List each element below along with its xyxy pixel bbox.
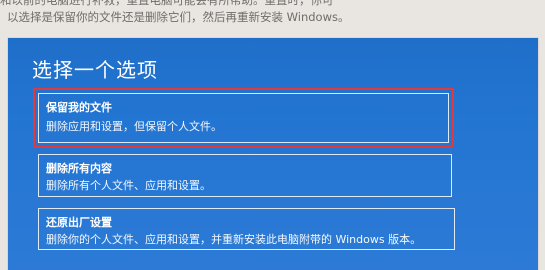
- background-text-line: 和以前的电脑进行补救，重置电脑可能会有所帮助。重置时，你可: [0, 0, 334, 7]
- remove-everything-option[interactable]: 删除所有内容 删除所有个人文件、应用和设置。: [38, 154, 452, 197]
- option-title: 删除所有内容: [46, 162, 112, 175]
- option-title: 还原出厂设置: [46, 216, 112, 229]
- keep-my-files-option[interactable]: 保留我的文件 删除应用和设置，但保留个人文件。: [38, 93, 449, 143]
- option-description: 删除你的个人文件、应用和设置，并重新安装此电脑附带的 Windows 版本。: [46, 233, 422, 246]
- choose-option-dialog: 选择一个选项 保留我的文件 删除应用和设置，但保留个人文件。 删除所有内容 删除…: [8, 38, 538, 270]
- option-title: 保留我的文件: [46, 101, 112, 114]
- restore-factory-settings-option[interactable]: 还原出厂设置 删除你的个人文件、应用和设置，并重新安装此电脑附带的 Window…: [38, 208, 455, 250]
- dialog-title: 选择一个选项: [32, 58, 158, 82]
- option-description: 删除所有个人文件、应用和设置。: [46, 179, 211, 192]
- option-description: 删除应用和设置，但保留个人文件。: [46, 120, 222, 133]
- background-document: 和以前的电脑进行补救，重置电脑可能会有所帮助。重置时，你可 以选择是保留你的文件…: [0, 0, 545, 40]
- background-text-line: 以选择是保留你的文件还是删除它们，然后再重新安装 Windows。: [7, 10, 350, 24]
